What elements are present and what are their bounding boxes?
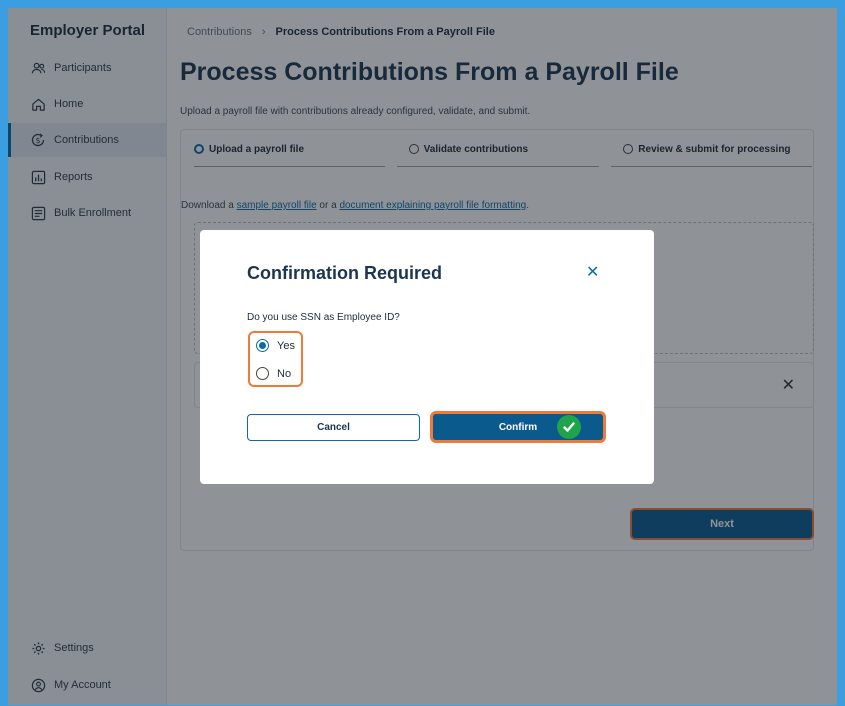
radio-no[interactable]: No [256, 367, 291, 380]
cancel-button[interactable]: Cancel [247, 414, 420, 441]
dialog-question: Do you use SSN as Employee ID? [247, 312, 400, 323]
radio-yes[interactable]: Yes [256, 339, 295, 352]
radio-label: Yes [277, 339, 295, 352]
confirmation-dialog: Confirmation Required ✕ Do you use SSN a… [200, 230, 654, 484]
checkmark-icon [557, 415, 581, 439]
radio-label: No [277, 367, 292, 380]
confirm-button[interactable]: Confirm [433, 414, 603, 440]
close-icon[interactable]: ✕ [586, 262, 599, 282]
radio-selected-icon [256, 339, 269, 352]
radio-unselected-icon [256, 367, 269, 380]
confirm-label: Confirm [498, 421, 538, 433]
ssn-radio-group: Yes No [248, 331, 303, 387]
app-window: Employer Portal Participants Home $ Cont… [8, 8, 837, 705]
dialog-title: Confirmation Required [247, 263, 443, 283]
